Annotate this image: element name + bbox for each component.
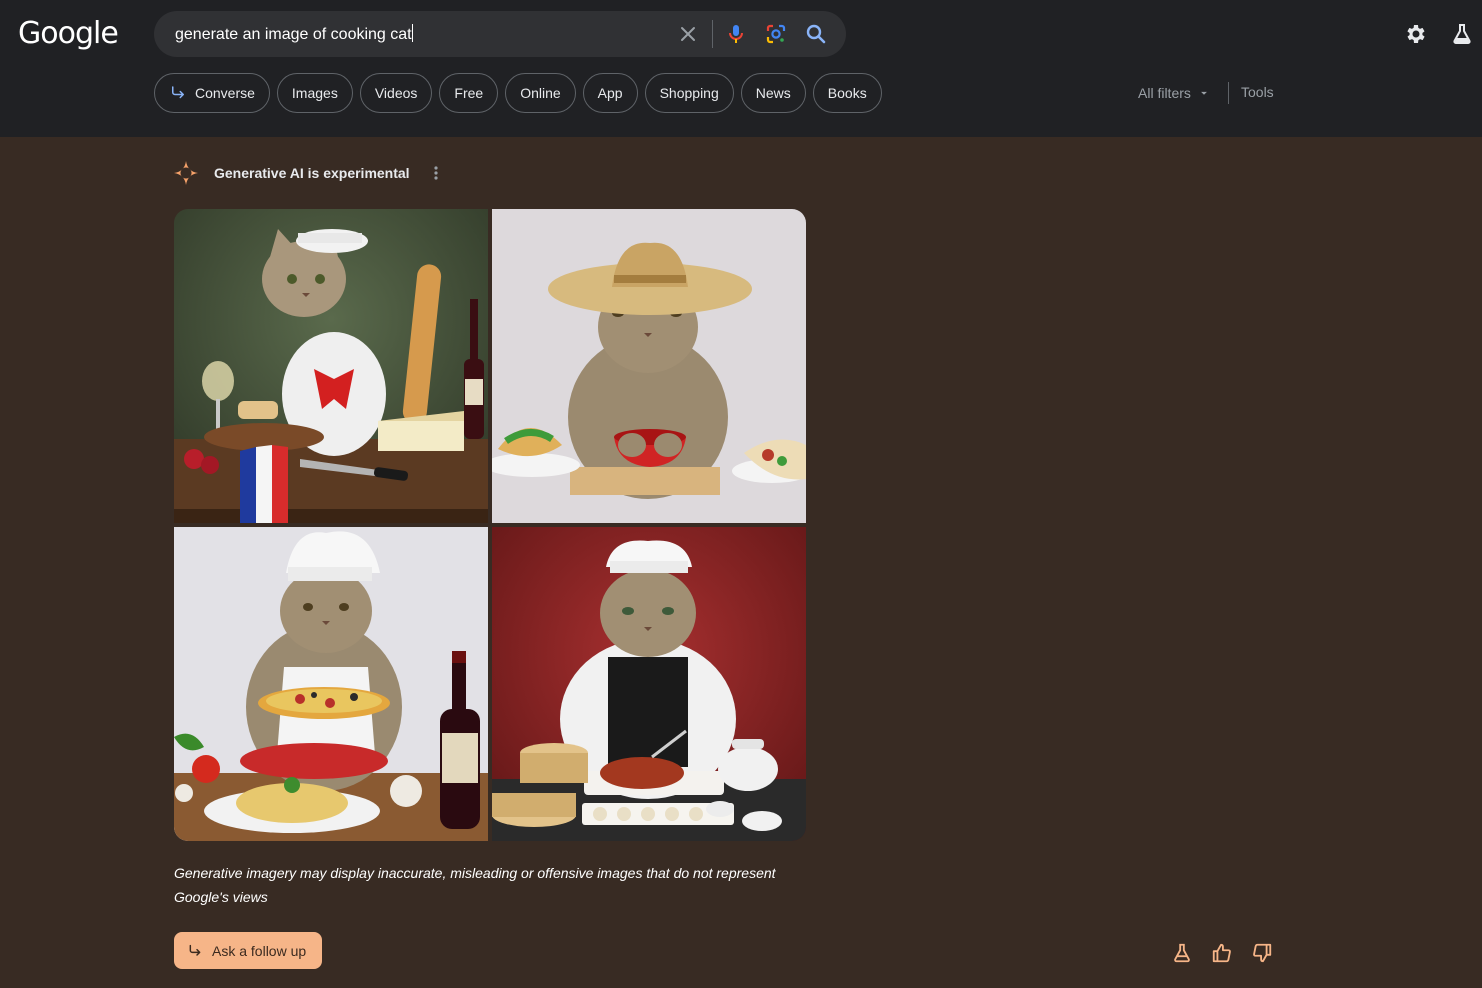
lens-icon[interactable] [764, 22, 788, 46]
follow-up-arrow-icon [189, 944, 201, 956]
search-input[interactable]: generate an image of cooking cat [175, 24, 413, 44]
chip-label: App [597, 85, 623, 101]
close-icon[interactable] [676, 22, 700, 46]
cat-sombrero-mexican-image[interactable] [492, 209, 806, 523]
chip-label: Converse [195, 85, 255, 101]
chip-news[interactable]: News [740, 73, 806, 113]
chip-free[interactable]: Free [439, 73, 499, 113]
labs-flask-icon[interactable] [1450, 22, 1474, 46]
filter-chips: Converse Images Videos Free Online App S… [154, 73, 882, 113]
ai-spark-icon [174, 161, 198, 185]
thumbs-up-icon[interactable] [1211, 942, 1233, 964]
labs-flask-icon[interactable] [1171, 942, 1193, 964]
search-divider [712, 20, 713, 48]
ai-title: Generative AI is experimental [214, 165, 410, 181]
search-icon[interactable] [804, 22, 828, 46]
chip-label: Videos [374, 85, 418, 101]
chip-online[interactable]: Online [505, 73, 576, 113]
more-vert-icon[interactable] [428, 163, 444, 183]
chip-converse[interactable]: Converse [154, 73, 270, 113]
chip-images[interactable]: Images [276, 73, 353, 113]
ai-disclaimer: Generative imagery may display inaccurat… [174, 865, 776, 905]
chip-app[interactable]: App [582, 73, 638, 113]
ask-follow-up-button[interactable]: Ask a follow up [174, 932, 322, 969]
cat-chef-french-image[interactable] [174, 209, 488, 523]
search-bar[interactable]: generate an image of cooking cat [154, 11, 846, 57]
search-query[interactable]: generate an image of cooking cat [175, 26, 412, 43]
chip-label: Shopping [659, 85, 719, 101]
chip-shopping[interactable]: Shopping [644, 73, 734, 113]
chip-label: News [755, 85, 791, 101]
filters-divider [1228, 82, 1229, 104]
chip-books[interactable]: Books [812, 73, 882, 113]
thumbs-down-icon[interactable] [1251, 942, 1273, 964]
chip-label: Books [827, 85, 867, 101]
gear-icon[interactable] [1404, 22, 1428, 46]
all-filters-label: All filters [1138, 85, 1191, 101]
chip-label: Online [520, 85, 561, 101]
chip-videos[interactable]: Videos [359, 73, 433, 113]
ai-header: Generative AI is experimental [172, 160, 444, 186]
generated-images-grid [174, 209, 806, 841]
search-header: Google generate an image of cooking cat [0, 0, 1482, 137]
google-logo[interactable]: Google [18, 16, 119, 51]
all-filters-button[interactable]: All filters [1138, 85, 1211, 101]
mic-icon[interactable] [724, 22, 748, 46]
chip-label: Free [454, 85, 484, 101]
cat-chef-chinese-image[interactable] [492, 527, 806, 841]
caret-down-icon [1200, 91, 1207, 95]
chip-label: Images [291, 85, 338, 101]
follow-up-arrow-icon [172, 86, 184, 99]
cat-chef-italian-image[interactable] [174, 527, 488, 841]
text-caret [411, 24, 413, 42]
follow-up-label: Ask a follow up [212, 942, 307, 959]
tools-button[interactable]: Tools [1241, 84, 1274, 100]
